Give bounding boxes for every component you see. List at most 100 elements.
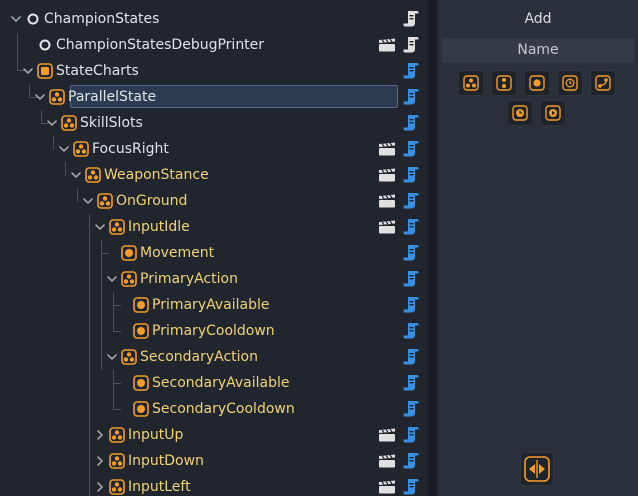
atomic-state-icon	[132, 400, 150, 418]
add-event-button[interactable]	[540, 100, 566, 126]
tree-row[interactable]: PrimaryAvailable	[0, 292, 428, 318]
script-icon[interactable]	[403, 218, 419, 236]
tree-row-label: InputUp	[128, 427, 184, 443]
add-node-panel: Add Name	[438, 0, 638, 496]
scene-instance-icon[interactable]	[378, 38, 396, 52]
scene-instance-icon[interactable]	[378, 168, 396, 182]
script-icon[interactable]	[403, 140, 419, 158]
add-compound-state-icon	[496, 75, 512, 91]
scene-instance-icon[interactable]	[378, 220, 396, 234]
add-atomic-state-icon	[529, 75, 545, 91]
scene-instance-icon[interactable]	[378, 142, 396, 156]
tree-row[interactable]: ChampionStates	[0, 6, 428, 32]
parallel-state-icon	[108, 452, 126, 470]
scene-instance-icon[interactable]	[378, 194, 396, 208]
chevron-down-icon[interactable]	[10, 13, 22, 25]
chevron-right-icon[interactable]	[94, 481, 106, 493]
add-transition-button[interactable]	[590, 70, 616, 96]
script-icon[interactable]	[403, 296, 419, 314]
chevron-down-icon[interactable]	[46, 117, 58, 129]
script-icon[interactable]	[403, 10, 419, 28]
tree-row[interactable]: Movement	[0, 240, 428, 266]
tree-row[interactable]: ChampionStatesDebugPrinter	[0, 32, 428, 58]
script-icon[interactable]	[403, 426, 419, 444]
parallel-state-icon	[60, 114, 78, 132]
tree-row-label: SecondaryAction	[140, 349, 258, 365]
script-icon[interactable]	[403, 322, 419, 340]
tree-row[interactable]: InputDown	[0, 448, 428, 474]
chevron-down-icon[interactable]	[94, 221, 106, 233]
atomic-state-icon	[132, 296, 150, 314]
chevron-down-icon[interactable]	[34, 91, 46, 103]
tree-row[interactable]: SecondaryAvailable	[0, 370, 428, 396]
add-history-state-icon	[562, 75, 578, 91]
script-icon[interactable]	[403, 400, 419, 418]
script-icon[interactable]	[403, 114, 419, 132]
tree-row[interactable]: InputLeft	[0, 474, 428, 496]
chevron-down-icon[interactable]	[106, 273, 118, 285]
scene-instance-icon[interactable]	[378, 454, 396, 468]
script-icon[interactable]	[403, 62, 419, 80]
script-icon[interactable]	[403, 88, 419, 106]
tree-row[interactable]: OnGround	[0, 188, 428, 214]
script-icon[interactable]	[403, 374, 419, 392]
script-icon[interactable]	[403, 244, 419, 262]
tree-scrollbar[interactable]	[428, 0, 436, 496]
parallel-state-icon	[108, 426, 126, 444]
tree-row-label: Movement	[140, 245, 215, 261]
scene-tree-panel[interactable]: ChampionStates ChampionStatesDebugPrinter…	[0, 0, 428, 496]
add-parallel-state-button[interactable]	[458, 70, 484, 96]
tree-row[interactable]: SkillSlots	[0, 110, 428, 136]
chevron-down-icon[interactable]	[58, 143, 70, 155]
script-icon[interactable]	[403, 166, 419, 184]
tree-row[interactable]: FocusRight	[0, 136, 428, 162]
name-column-header[interactable]: Name	[442, 38, 634, 63]
chevron-down-icon[interactable]	[22, 65, 34, 77]
tree-row[interactable]: PrimaryCooldown	[0, 318, 428, 344]
tree-row-label: PrimaryAvailable	[152, 297, 270, 313]
add-parallel-state-icon	[463, 75, 479, 91]
chevron-right-icon[interactable]	[94, 455, 106, 467]
parallel-state-icon	[108, 478, 126, 496]
chevron-down-icon[interactable]	[70, 169, 82, 181]
tree-row-label: FocusRight	[92, 141, 169, 157]
add-history-state-button[interactable]	[557, 70, 583, 96]
script-icon[interactable]	[403, 348, 419, 366]
tree-row[interactable]: InputUp	[0, 422, 428, 448]
chevron-down-icon[interactable]	[106, 351, 118, 363]
tree-row[interactable]: ParallelState	[0, 84, 428, 110]
parallel-state-icon	[108, 218, 126, 236]
add-event-icon	[545, 105, 561, 121]
script-icon[interactable]	[403, 192, 419, 210]
tree-row-label: InputDown	[128, 453, 204, 469]
tree-row-label: InputIdle	[128, 219, 190, 235]
tree-row[interactable]: SecondaryAction	[0, 344, 428, 370]
parallel-state-icon	[120, 270, 138, 288]
tree-row[interactable]: InputIdle	[0, 214, 428, 240]
chevron-down-icon[interactable]	[82, 195, 94, 207]
script-icon[interactable]	[403, 452, 419, 470]
tree-row[interactable]: StateCharts	[0, 58, 428, 84]
tree-row[interactable]: WeaponStance	[0, 162, 428, 188]
tree-row-label: StateCharts	[56, 63, 139, 79]
add-delay-icon	[512, 105, 528, 121]
add-atomic-state-button[interactable]	[524, 70, 550, 96]
toggle-arrows-button[interactable]	[520, 452, 554, 486]
script-icon[interactable]	[403, 270, 419, 288]
tree-row[interactable]: PrimaryAction	[0, 266, 428, 292]
parallel-state-icon	[72, 140, 90, 158]
toggle-arrows-icon	[524, 456, 550, 482]
scene-instance-icon[interactable]	[378, 480, 396, 494]
add-panel-title: Add	[524, 11, 552, 27]
parallel-state-icon	[96, 192, 114, 210]
circle-outline-icon	[36, 36, 54, 54]
atomic-state-icon	[120, 244, 138, 262]
add-delay-button[interactable]	[507, 100, 533, 126]
chevron-right-icon[interactable]	[94, 429, 106, 441]
tree-row-label: SkillSlots	[80, 115, 143, 131]
script-icon[interactable]	[403, 36, 419, 54]
tree-row[interactable]: SecondaryCooldown	[0, 396, 428, 422]
script-icon[interactable]	[403, 478, 419, 496]
add-compound-state-button[interactable]	[491, 70, 517, 96]
scene-instance-icon[interactable]	[378, 428, 396, 442]
